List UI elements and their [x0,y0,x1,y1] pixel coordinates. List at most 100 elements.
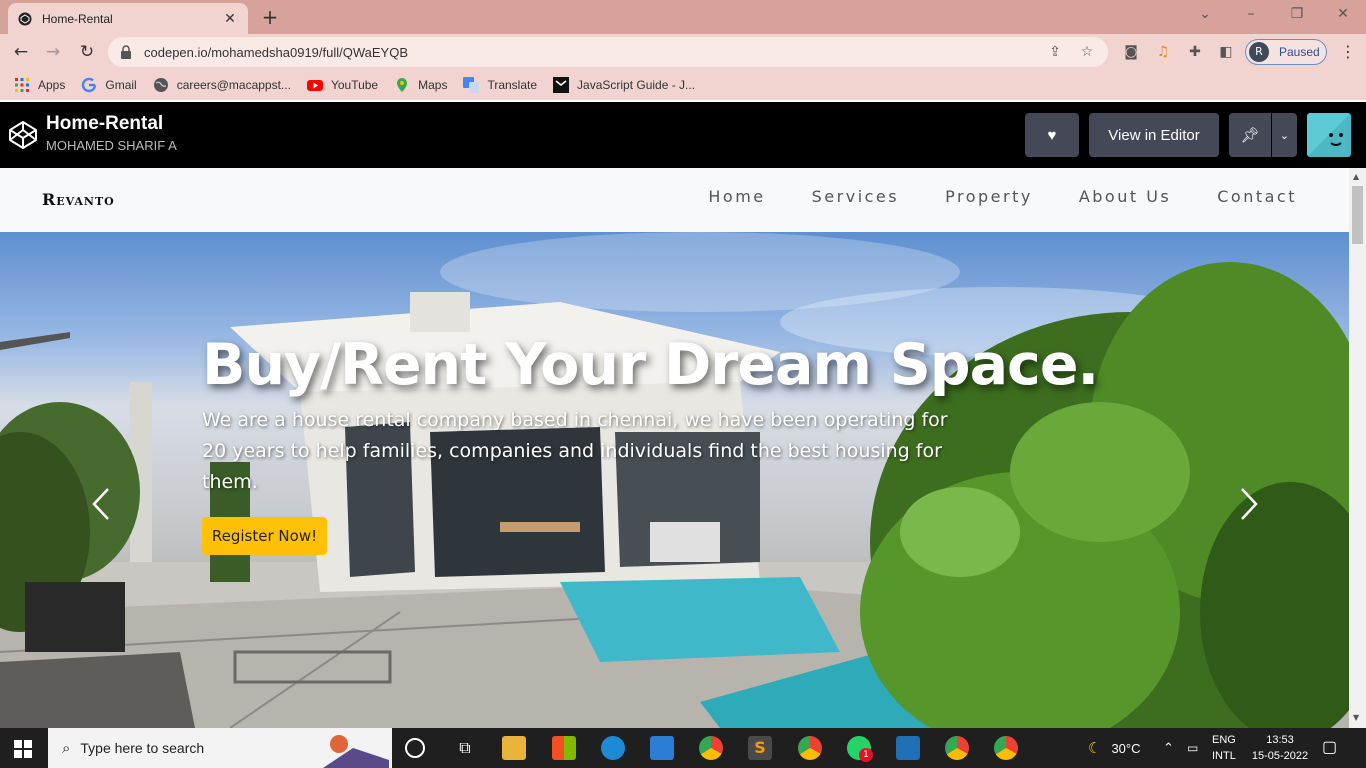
weather-temp: 30°C [1111,740,1141,756]
browser-menu-icon[interactable]: ⋮ [1340,42,1356,61]
user-avatar[interactable] [1307,113,1351,157]
bookmark-careers[interactable]: careers@macappst... [153,77,291,93]
new-tab-button[interactable]: + [259,6,281,28]
microsoft-store-icon[interactable] [552,736,576,760]
register-now-button[interactable]: Register Now! [202,517,327,555]
nav-home[interactable]: Home [708,187,765,206]
extensions-puzzle-icon[interactable]: ✚ [1186,43,1204,61]
codepen-header: Home-Rental MOHAMED SHARIF A ♥ View in E… [0,102,1366,168]
hero-description-line-1: We are a house rental company based in c… [202,409,948,431]
scroll-up-icon[interactable]: ▲ [1353,172,1359,181]
apps-grid-icon [15,78,29,92]
bookmark-star-icon[interactable]: ☆ [1078,44,1096,60]
bookmark-translate[interactable]: Translate [463,77,537,93]
whatsapp-badge: 1 [859,748,873,762]
scroll-thumb[interactable] [1352,186,1363,244]
hero-description-line-2: 20 years to help families, companies and… [202,440,942,493]
bookmark-gmail[interactable]: Gmail [81,77,137,93]
heart-icon: ♥ [1047,126,1057,144]
profile-avatar: R [1249,42,1269,62]
battery-icon[interactable]: ▭ [1187,728,1198,768]
codepen-favicon-icon [18,12,32,25]
lock-icon [121,45,131,59]
sublime-text-icon[interactable]: S [748,736,772,760]
bookmark-javascript-guide[interactable]: JavaScript Guide - J... [553,77,695,93]
site-brand[interactable]: Revanto [42,190,115,209]
task-view-icon[interactable]: ⧉ [453,736,477,760]
clock-date: 15-05-2022 [1251,750,1309,762]
bookmark-apps[interactable]: Apps [14,77,65,93]
photos-icon[interactable] [896,736,920,760]
bookmark-youtube[interactable]: YouTube [306,77,378,93]
forward-icon[interactable]: → [42,42,64,64]
bookmarks-bar: Apps Gmail careers@macappst... YouTube M… [0,70,1366,100]
carousel-prev-icon[interactable] [90,487,114,521]
clock[interactable]: 13:53 15-05-2022 [1250,728,1310,768]
pen-author[interactable]: MOHAMED SHARIF A [46,138,177,153]
windows-start-icon[interactable] [14,740,32,758]
globe-icon [153,78,168,92]
notifications-icon[interactable]: ▢ [1322,728,1337,768]
like-button[interactable]: ♥ [1025,113,1079,157]
google-icon [82,77,97,93]
pin-dropdown-button[interactable]: ⌄ [1272,113,1297,157]
camera-icon[interactable]: ◙ [1122,43,1140,61]
search-icon: ⌕ [62,739,71,757]
codepen-logo-icon[interactable] [8,120,38,150]
profile-button[interactable]: R Paused [1245,39,1327,65]
browser-tabstrip: Home-Rental ✕ + ⌄ – ❐ ✕ [0,0,1366,34]
restore-icon[interactable]: ❐ [1287,6,1307,22]
hero-description: We are a house rental company based in c… [202,405,962,498]
url-text: codepen.io/mohamedsha0919/full/QWaEYQB [144,44,409,60]
language-indicator[interactable]: ENG INTL [1212,728,1236,768]
taskbar-search-placeholder: Type here to search [80,740,205,756]
edge-icon[interactable] [601,736,625,760]
whatsapp-icon[interactable]: 1 [847,736,873,762]
carousel-next-icon[interactable] [1236,487,1260,521]
file-explorer-icon[interactable] [502,736,526,760]
window-close-icon[interactable]: ✕ [1333,6,1353,22]
chrome-profile-r-icon[interactable] [994,736,1018,760]
pen-title: Home-Rental [46,113,164,134]
scroll-down-icon[interactable]: ▼ [1353,713,1359,722]
pin-button[interactable]: 📌︎ [1229,113,1271,157]
taskbar-search[interactable]: ⌕ Type here to search [48,728,392,768]
chevron-down-icon: ⌄ [1279,129,1290,142]
tab-close-icon[interactable]: ✕ [222,11,238,27]
chrome-profile-m-icon[interactable] [798,736,822,760]
bookmark-maps[interactable]: Maps [394,77,447,93]
avatar-face-icon [1329,133,1343,146]
maps-icon [397,78,408,92]
pin-icon: 📌︎ [1240,127,1260,144]
hero-title: Buy/Rent Your Dream Space. [202,332,1099,398]
mail-icon[interactable] [650,736,674,760]
cortana-icon[interactable] [405,738,425,758]
share-icon[interactable]: ⇪ [1046,44,1064,60]
tab-search-icon[interactable]: ⌄ [1195,6,1215,22]
tab-title: Home-Rental [42,11,113,26]
sidebar-icon[interactable]: ◧ [1217,43,1235,61]
page-scrollbar[interactable]: ▲ ▼ [1349,168,1366,728]
weather-widget[interactable]: ☾ 30°C [1088,728,1141,768]
nav-about-us[interactable]: About Us [1079,187,1171,206]
minimize-icon[interactable]: – [1241,6,1261,22]
back-icon[interactable]: ← [10,42,32,64]
extension-headphones-icon[interactable]: ♫ [1154,43,1172,61]
clock-time: 13:53 [1266,734,1294,746]
chrome-profile-2-icon[interactable] [945,736,969,760]
view-in-editor-button[interactable]: View in Editor [1089,113,1219,157]
nav-property[interactable]: Property [945,187,1033,206]
site-navbar: Revanto Home Services Property About Us … [0,168,1349,232]
chrome-icon[interactable] [699,736,723,760]
address-bar[interactable]: codepen.io/mohamedsha0919/full/QWaEYQB ⇪… [108,37,1108,67]
browser-tab[interactable]: Home-Rental ✕ [8,3,248,34]
browser-toolbar: ← → ↻ codepen.io/mohamedsha0919/full/QWa… [0,34,1366,70]
hero-carousel: Buy/Rent Your Dream Space. We are a hous… [0,232,1349,728]
nav-contact[interactable]: Contact [1217,187,1297,206]
tray-overflow-icon[interactable]: ⌃ [1163,728,1174,768]
reload-icon[interactable]: ↻ [76,42,98,64]
translate-icon [463,77,480,93]
windows-taskbar: ⌕ Type here to search ⧉ S 1 ☾ 30°C ⌃ ▭ E… [0,728,1366,768]
language-code: ENG [1212,734,1236,746]
nav-services[interactable]: Services [812,187,899,206]
